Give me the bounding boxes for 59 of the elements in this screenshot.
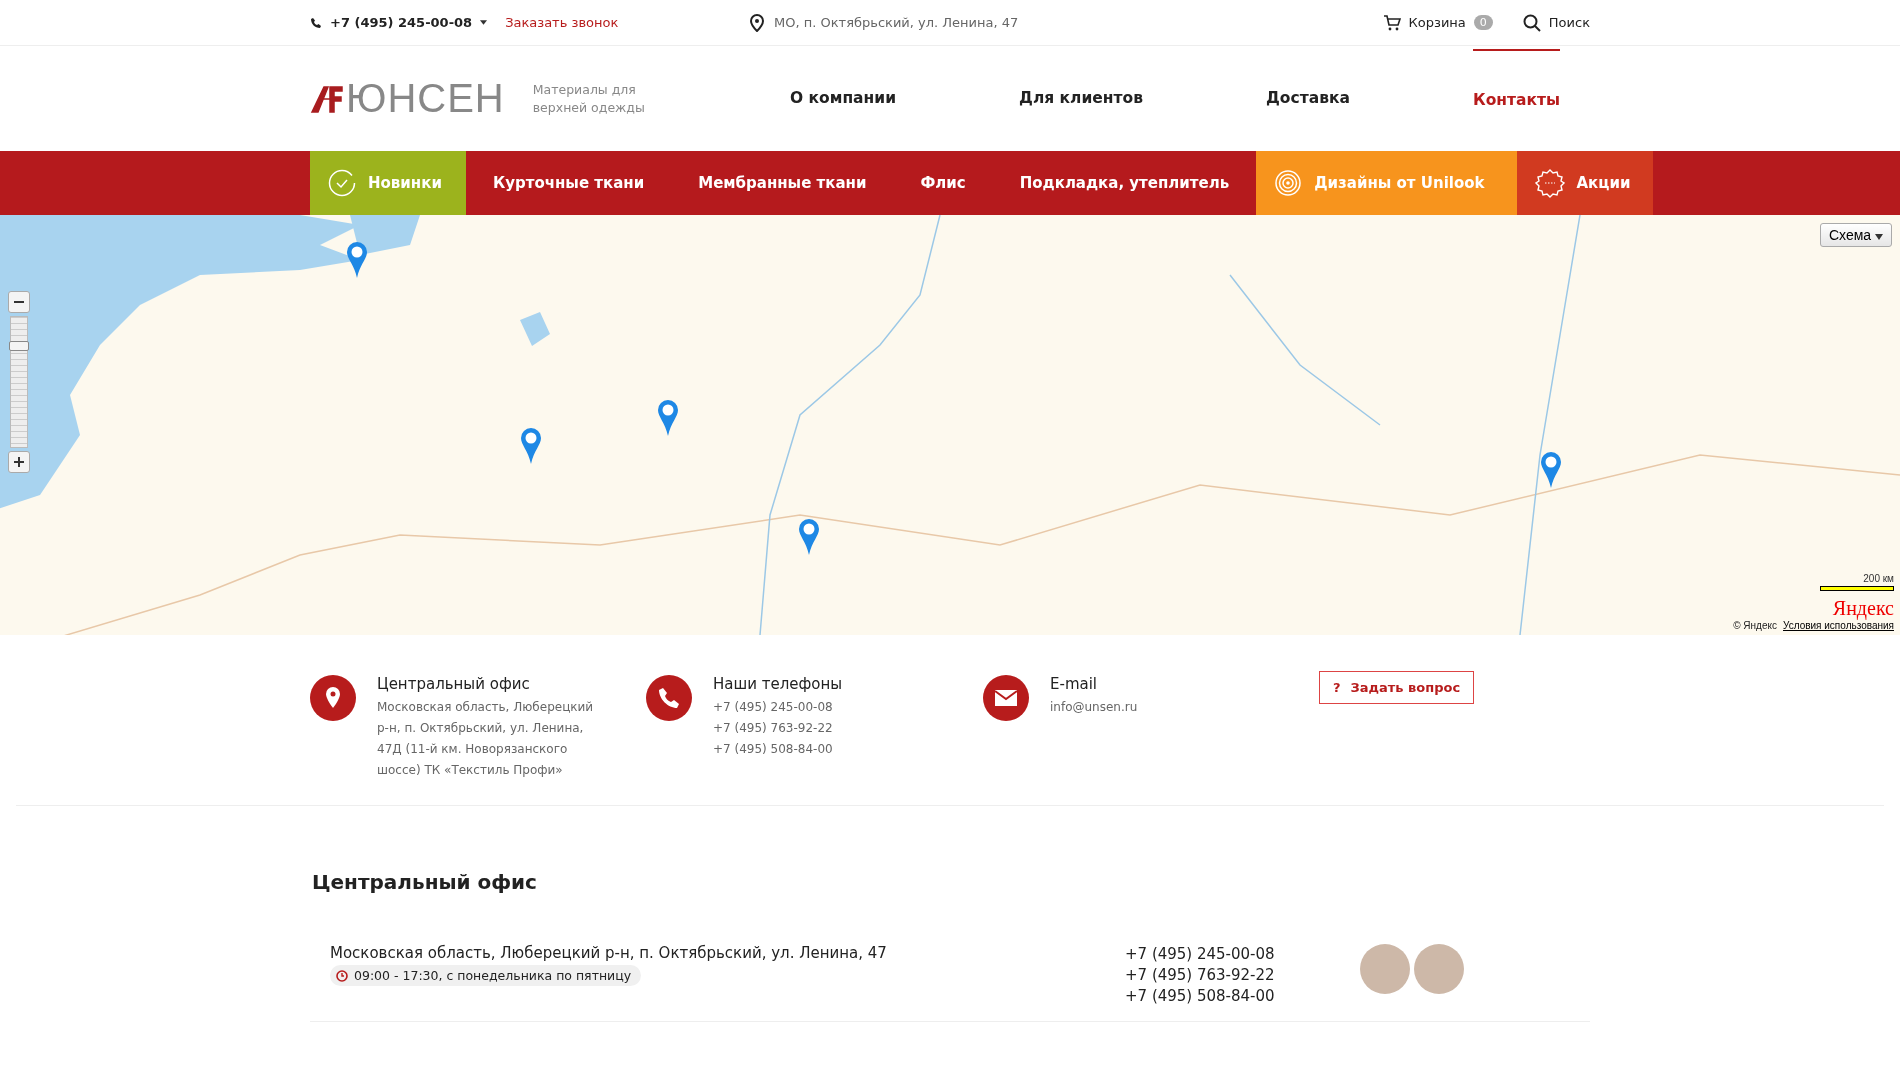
caret-icon: [1875, 234, 1883, 240]
search-link[interactable]: Поиск: [1548, 15, 1590, 30]
contact-detail: info@unsen.ru: [1050, 699, 1139, 716]
check-circle-icon: [328, 169, 356, 197]
zoom-slider-thumb[interactable]: [9, 341, 29, 351]
location-pin-icon: [310, 675, 356, 721]
contact-detail: +7 (495) 508-84-00: [713, 741, 834, 758]
office-phone: +7 (495) 245-00-08: [1125, 944, 1276, 965]
hours-text: 09:00 - 17:30, с понедельника по пятницу: [354, 968, 632, 983]
category-tab[interactable]: Акции: [1516, 151, 1654, 215]
map-logo: Яндекс: [1832, 597, 1894, 620]
map-background[interactable]: Схема 200 км Яндекс © Яндекс Условия использования: [0, 215, 1900, 635]
copyright-text: © Яндекс: [1733, 620, 1777, 631]
phone-icon: [310, 16, 322, 29]
address-text: МО, п. Октябрьский, ул. Ленина, 47: [774, 15, 1019, 30]
contact-detail: +7 (495) 245-00-08: [713, 699, 834, 716]
zoom-out-button[interactable]: [8, 291, 30, 313]
badge-icon: [1534, 168, 1565, 198]
callback-link[interactable]: Заказать звонок: [505, 15, 619, 30]
cart-count-badge: 0: [1473, 15, 1493, 30]
terms-link[interactable]: Условия использования: [1783, 620, 1894, 631]
category-tab[interactable]: Курточные ткани: [465, 151, 672, 215]
caret-icon[interactable]: [480, 20, 488, 25]
tagline: Материалы для верхней одежды: [532, 80, 646, 117]
contact-title: E-mail: [1050, 675, 1099, 693]
office-address: Московская область, Люберецкий р-н, п. Октябрьский, ул. Ленина, 47: [330, 944, 887, 962]
phone-number[interactable]: +7 (495) 245-00-08: [330, 15, 473, 30]
cart-link[interactable]: Корзина: [1408, 15, 1466, 30]
section-heading: Центральный офис: [312, 870, 538, 894]
contact-detail: Московская область, Люберецкий р-н, п. Октябрьский, ул. Ленина, 47Д (11-й км. Новорязанского шоссе) ТК «Текстиль Профи»: [377, 699, 595, 779]
envelope-icon: [983, 675, 1029, 721]
contact-title: Наши телефоны: [713, 675, 844, 693]
category-tab[interactable]: Мембранные ткани: [671, 151, 894, 215]
location-pin-icon: [750, 13, 764, 32]
menu-link[interactable]: О компании: [790, 48, 896, 149]
contact-detail: +7 (495) 763-92-22: [713, 720, 834, 737]
category-tab[interactable]: Подкладка, утеплитель: [992, 151, 1257, 215]
avatar: [1414, 944, 1464, 994]
scale-label: 200 км: [1863, 573, 1894, 584]
clock-icon: [336, 969, 348, 982]
office-phone: +7 (495) 508-84-00: [1125, 986, 1276, 1007]
cart-icon[interactable]: [1382, 14, 1401, 31]
plus-icon: [14, 457, 24, 467]
phone-icon: [646, 675, 692, 721]
search-icon[interactable]: [1522, 13, 1541, 32]
office-phone: +7 (495) 763-92-22: [1125, 965, 1276, 986]
avatar: [1360, 944, 1410, 994]
contact-title: Центральный офис: [377, 675, 531, 693]
logo-mark-icon[interactable]: [310, 84, 344, 113]
category-tab[interactable]: Флис: [893, 151, 993, 215]
ask-question-button[interactable]: ? Задать вопрос: [1319, 671, 1475, 704]
zoom-slider[interactable]: [10, 316, 28, 448]
map-type-dropdown[interactable]: Схема: [1819, 223, 1892, 247]
menu-link[interactable]: Для клиентов: [1019, 48, 1143, 149]
zoom-in-button[interactable]: [8, 451, 30, 473]
menu-link[interactable]: Доставка: [1266, 48, 1350, 149]
lake-shape: [520, 312, 550, 346]
logo-text[interactable]: ЮНСЕН: [346, 76, 505, 121]
menu-link[interactable]: Контакты: [1473, 48, 1560, 149]
